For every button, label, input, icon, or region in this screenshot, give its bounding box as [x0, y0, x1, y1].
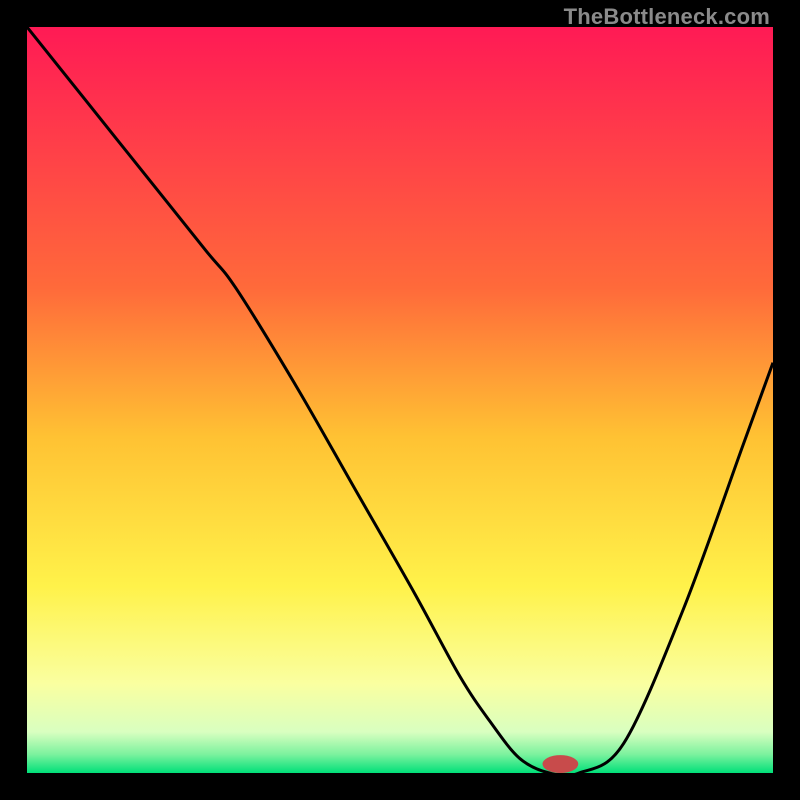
chart-frame: TheBottleneck.com [0, 0, 800, 800]
plot-area [27, 27, 773, 773]
bottleneck-curve [27, 27, 773, 773]
optimal-marker [542, 755, 578, 773]
